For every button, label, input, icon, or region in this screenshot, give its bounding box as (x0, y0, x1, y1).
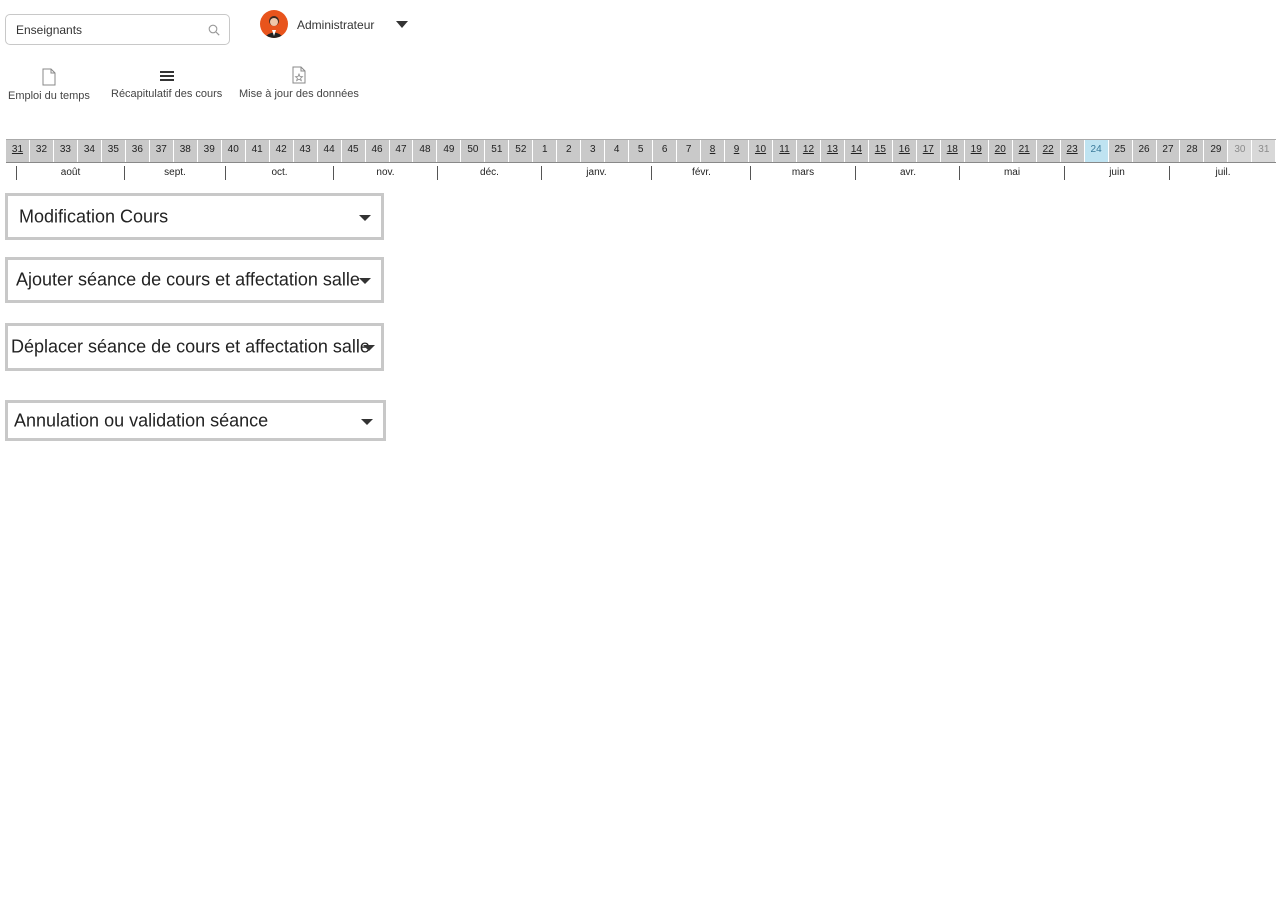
month-label: oct. (225, 166, 333, 180)
toolbar-recapitulatif[interactable]: Récapitulatif des cours (111, 68, 222, 100)
week-cell[interactable]: 44 (318, 140, 342, 162)
week-cell[interactable]: 41 (246, 140, 270, 162)
week-cell[interactable]: 20 (989, 140, 1013, 162)
week-cell[interactable]: 11 (773, 140, 797, 162)
month-label: mars (750, 166, 855, 180)
toolbar-label: Mise à jour des données (239, 88, 359, 100)
week-strip: 31 32 33 34 35 36 37 38 39 40 41 42 43 44 45 46 47 48 49 50… (6, 139, 1277, 163)
week-cell[interactable]: 22 (1037, 140, 1061, 162)
toolbar-mise-a-jour[interactable]: Mise à jour des données (239, 66, 359, 100)
week-cell[interactable]: 43 (294, 140, 318, 162)
week-cell[interactable]: 30 (1228, 140, 1253, 162)
week-cell[interactable]: 34 (78, 140, 102, 162)
week-cell[interactable]: 39 (198, 140, 222, 162)
week-cell[interactable]: 18 (941, 140, 965, 162)
week-cell[interactable]: 42 (270, 140, 294, 162)
caret-down-icon (359, 214, 371, 221)
week-cell[interactable]: 1 (533, 140, 558, 162)
search-icon[interactable] (208, 24, 220, 36)
panel-title: Déplacer séance de cours et affectation … (11, 336, 370, 357)
week-cell[interactable]: 2 (557, 140, 582, 162)
week-cell[interactable]: 7 (677, 140, 702, 162)
caret-down-icon (359, 278, 371, 284)
week-cell[interactable]: 35 (102, 140, 126, 162)
week-cell[interactable]: 32 (30, 140, 54, 162)
week-cell[interactable]: 4 (605, 140, 630, 162)
week-cell[interactable]: 46 (366, 140, 390, 162)
caret-down-icon (361, 418, 373, 425)
week-cell[interactable]: 9 (725, 140, 750, 162)
month-label: sept. (124, 166, 225, 180)
week-cell[interactable]: 50 (461, 140, 486, 162)
week-cell[interactable]: 45 (342, 140, 366, 162)
toolbar-label: Récapitulatif des cours (111, 88, 223, 100)
month-label: nov. (333, 166, 437, 180)
week-cell[interactable]: 49 (437, 140, 462, 162)
document-icon (42, 68, 56, 86)
week-cell[interactable]: 19 (965, 140, 989, 162)
search-value: Enseignants (16, 23, 83, 37)
week-cell[interactable]: 51 (485, 140, 510, 162)
week-cell[interactable]: 13 (821, 140, 845, 162)
month-label: avr. (855, 166, 960, 180)
month-label: févr. (651, 166, 751, 180)
week-cell[interactable]: 15 (869, 140, 893, 162)
month-strip: août sept. oct. nov. déc. janv. févr. ma… (6, 166, 1276, 180)
week-cell[interactable]: 21 (1013, 140, 1037, 162)
week-cell[interactable]: 6 (653, 140, 678, 162)
month-label: déc. (437, 166, 541, 180)
toolbar-emploi-du-temps[interactable]: Emploi du temps (8, 68, 90, 102)
week-cell[interactable]: 36 (126, 140, 150, 162)
week-cell[interactable]: 38 (174, 140, 198, 162)
week-cell[interactable]: 27 (1157, 140, 1181, 162)
week-cell[interactable]: 23 (1061, 140, 1085, 162)
month-label: juil. (1169, 166, 1276, 180)
week-cell[interactable]: 52 (509, 140, 534, 162)
month-label: janv. (541, 166, 651, 180)
user-name: Administrateur (297, 18, 375, 32)
week-cell[interactable]: 29 (1204, 140, 1229, 162)
week-cell[interactable]: 12 (797, 140, 821, 162)
panel-deplacer-seance[interactable]: Déplacer séance de cours et affectation … (5, 323, 384, 371)
week-cell[interactable]: 31 (1252, 140, 1277, 162)
month-label: juin (1064, 166, 1169, 180)
chevron-down-icon[interactable] (396, 21, 408, 28)
week-cell[interactable]: 17 (917, 140, 941, 162)
panel-ajouter-seance[interactable]: Ajouter séance de cours et affectation s… (5, 257, 384, 303)
search-input[interactable]: Enseignants (5, 14, 230, 45)
month-label: août (16, 166, 124, 180)
week-cell[interactable]: 16 (893, 140, 917, 162)
month-label: mai (959, 166, 1064, 180)
week-cell[interactable]: 31 (6, 140, 30, 162)
week-cell[interactable]: 10 (749, 140, 773, 162)
week-cell[interactable]: 14 (845, 140, 869, 162)
week-cell[interactable]: 25 (1109, 140, 1133, 162)
week-cell[interactable]: 24 (1084, 140, 1109, 162)
toolbar-label: Emploi du temps (8, 90, 90, 102)
week-cell[interactable]: 28 (1180, 140, 1205, 162)
panel-modification-cours[interactable]: Modification Cours (5, 193, 384, 240)
caret-down-icon (363, 345, 375, 351)
list-icon (159, 71, 174, 81)
week-cell[interactable]: 40 (222, 140, 246, 162)
panel-title: Annulation ou validation séance (14, 410, 269, 430)
week-cell[interactable]: 47 (390, 140, 414, 162)
week-cell[interactable]: 26 (1133, 140, 1157, 162)
panel-title: Ajouter séance de cours et affectation s… (16, 269, 360, 290)
week-cell[interactable]: 5 (629, 140, 654, 162)
week-cell[interactable]: 3 (581, 140, 606, 162)
week-cell[interactable]: 8 (701, 140, 726, 162)
week-cell[interactable]: 33 (54, 140, 78, 162)
avatar (260, 10, 288, 38)
panel-annulation-validation[interactable]: Annulation ou validation séance (5, 400, 386, 441)
document-star-icon (292, 66, 306, 84)
week-cell[interactable]: 37 (150, 140, 174, 162)
panel-title: Modification Cours (19, 206, 169, 226)
week-cell[interactable]: 48 (413, 140, 438, 162)
